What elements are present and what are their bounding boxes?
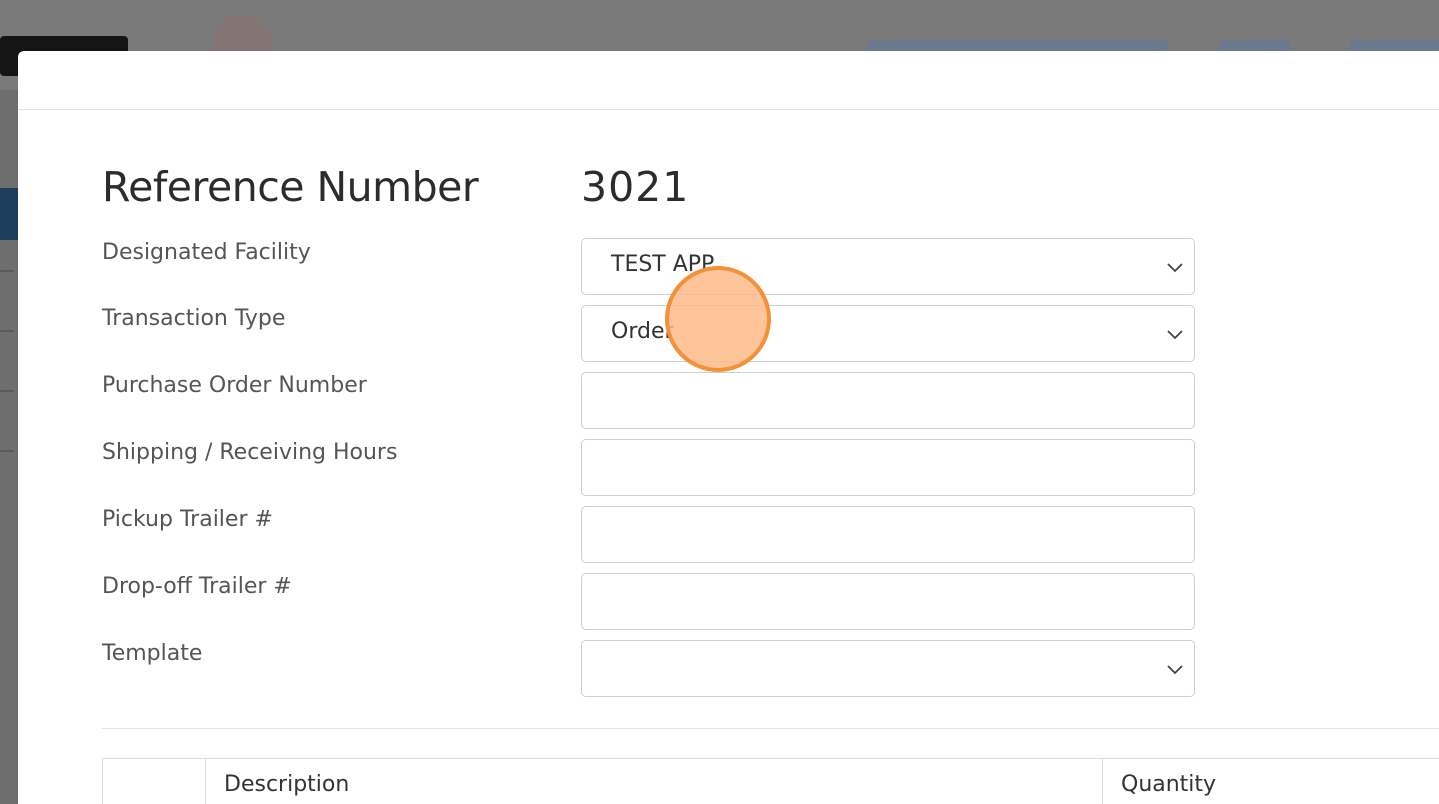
purchase-order-number-input[interactable] <box>581 372 1195 429</box>
background-nav-link <box>1220 40 1290 50</box>
designated-facility-label: Designated Facility <box>102 240 311 265</box>
table-header-description: Description <box>224 772 350 797</box>
background-sidebar-active-item <box>0 188 18 240</box>
chevron-down-icon <box>1167 263 1183 273</box>
dropoff-trailer-input[interactable] <box>581 573 1195 630</box>
dropoff-trailer-label: Drop-off Trailer # <box>102 574 292 599</box>
section-divider <box>102 728 1439 729</box>
transaction-type-label: Transaction Type <box>102 306 286 331</box>
reference-number-label: Reference Number <box>102 163 479 211</box>
table-header-cell: Quantity <box>1103 759 1439 804</box>
click-indicator <box>665 266 771 372</box>
background-nav-link <box>1350 40 1439 50</box>
table-header-quantity: Quantity <box>1121 772 1217 797</box>
background-sidebar-item <box>0 450 14 452</box>
shipping-receiving-hours-label: Shipping / Receiving Hours <box>102 440 398 465</box>
designated-facility-select[interactable]: TEST APP <box>581 238 1195 295</box>
table-header-cell: Description <box>206 759 1103 804</box>
background-sidebar-item <box>0 270 14 272</box>
pickup-trailer-input[interactable] <box>581 506 1195 563</box>
table-header-cell <box>103 759 206 804</box>
modal-header <box>18 51 1439 110</box>
background-nav-link <box>868 40 1168 50</box>
shipping-receiving-hours-input[interactable] <box>581 439 1195 496</box>
transaction-modal: Reference Number 3021 Designated Facilit… <box>18 51 1439 804</box>
purchase-order-number-label: Purchase Order Number <box>102 373 367 398</box>
template-label: Template <box>102 641 203 666</box>
background-sidebar-item <box>0 330 14 332</box>
chevron-down-icon <box>1167 330 1183 340</box>
background-sidebar-item <box>0 390 14 392</box>
chevron-down-icon <box>1167 665 1183 675</box>
items-table-header: Description Quantity <box>102 758 1439 804</box>
template-select[interactable] <box>581 640 1195 697</box>
pickup-trailer-label: Pickup Trailer # <box>102 507 273 532</box>
reference-number-value: 3021 <box>581 163 690 211</box>
